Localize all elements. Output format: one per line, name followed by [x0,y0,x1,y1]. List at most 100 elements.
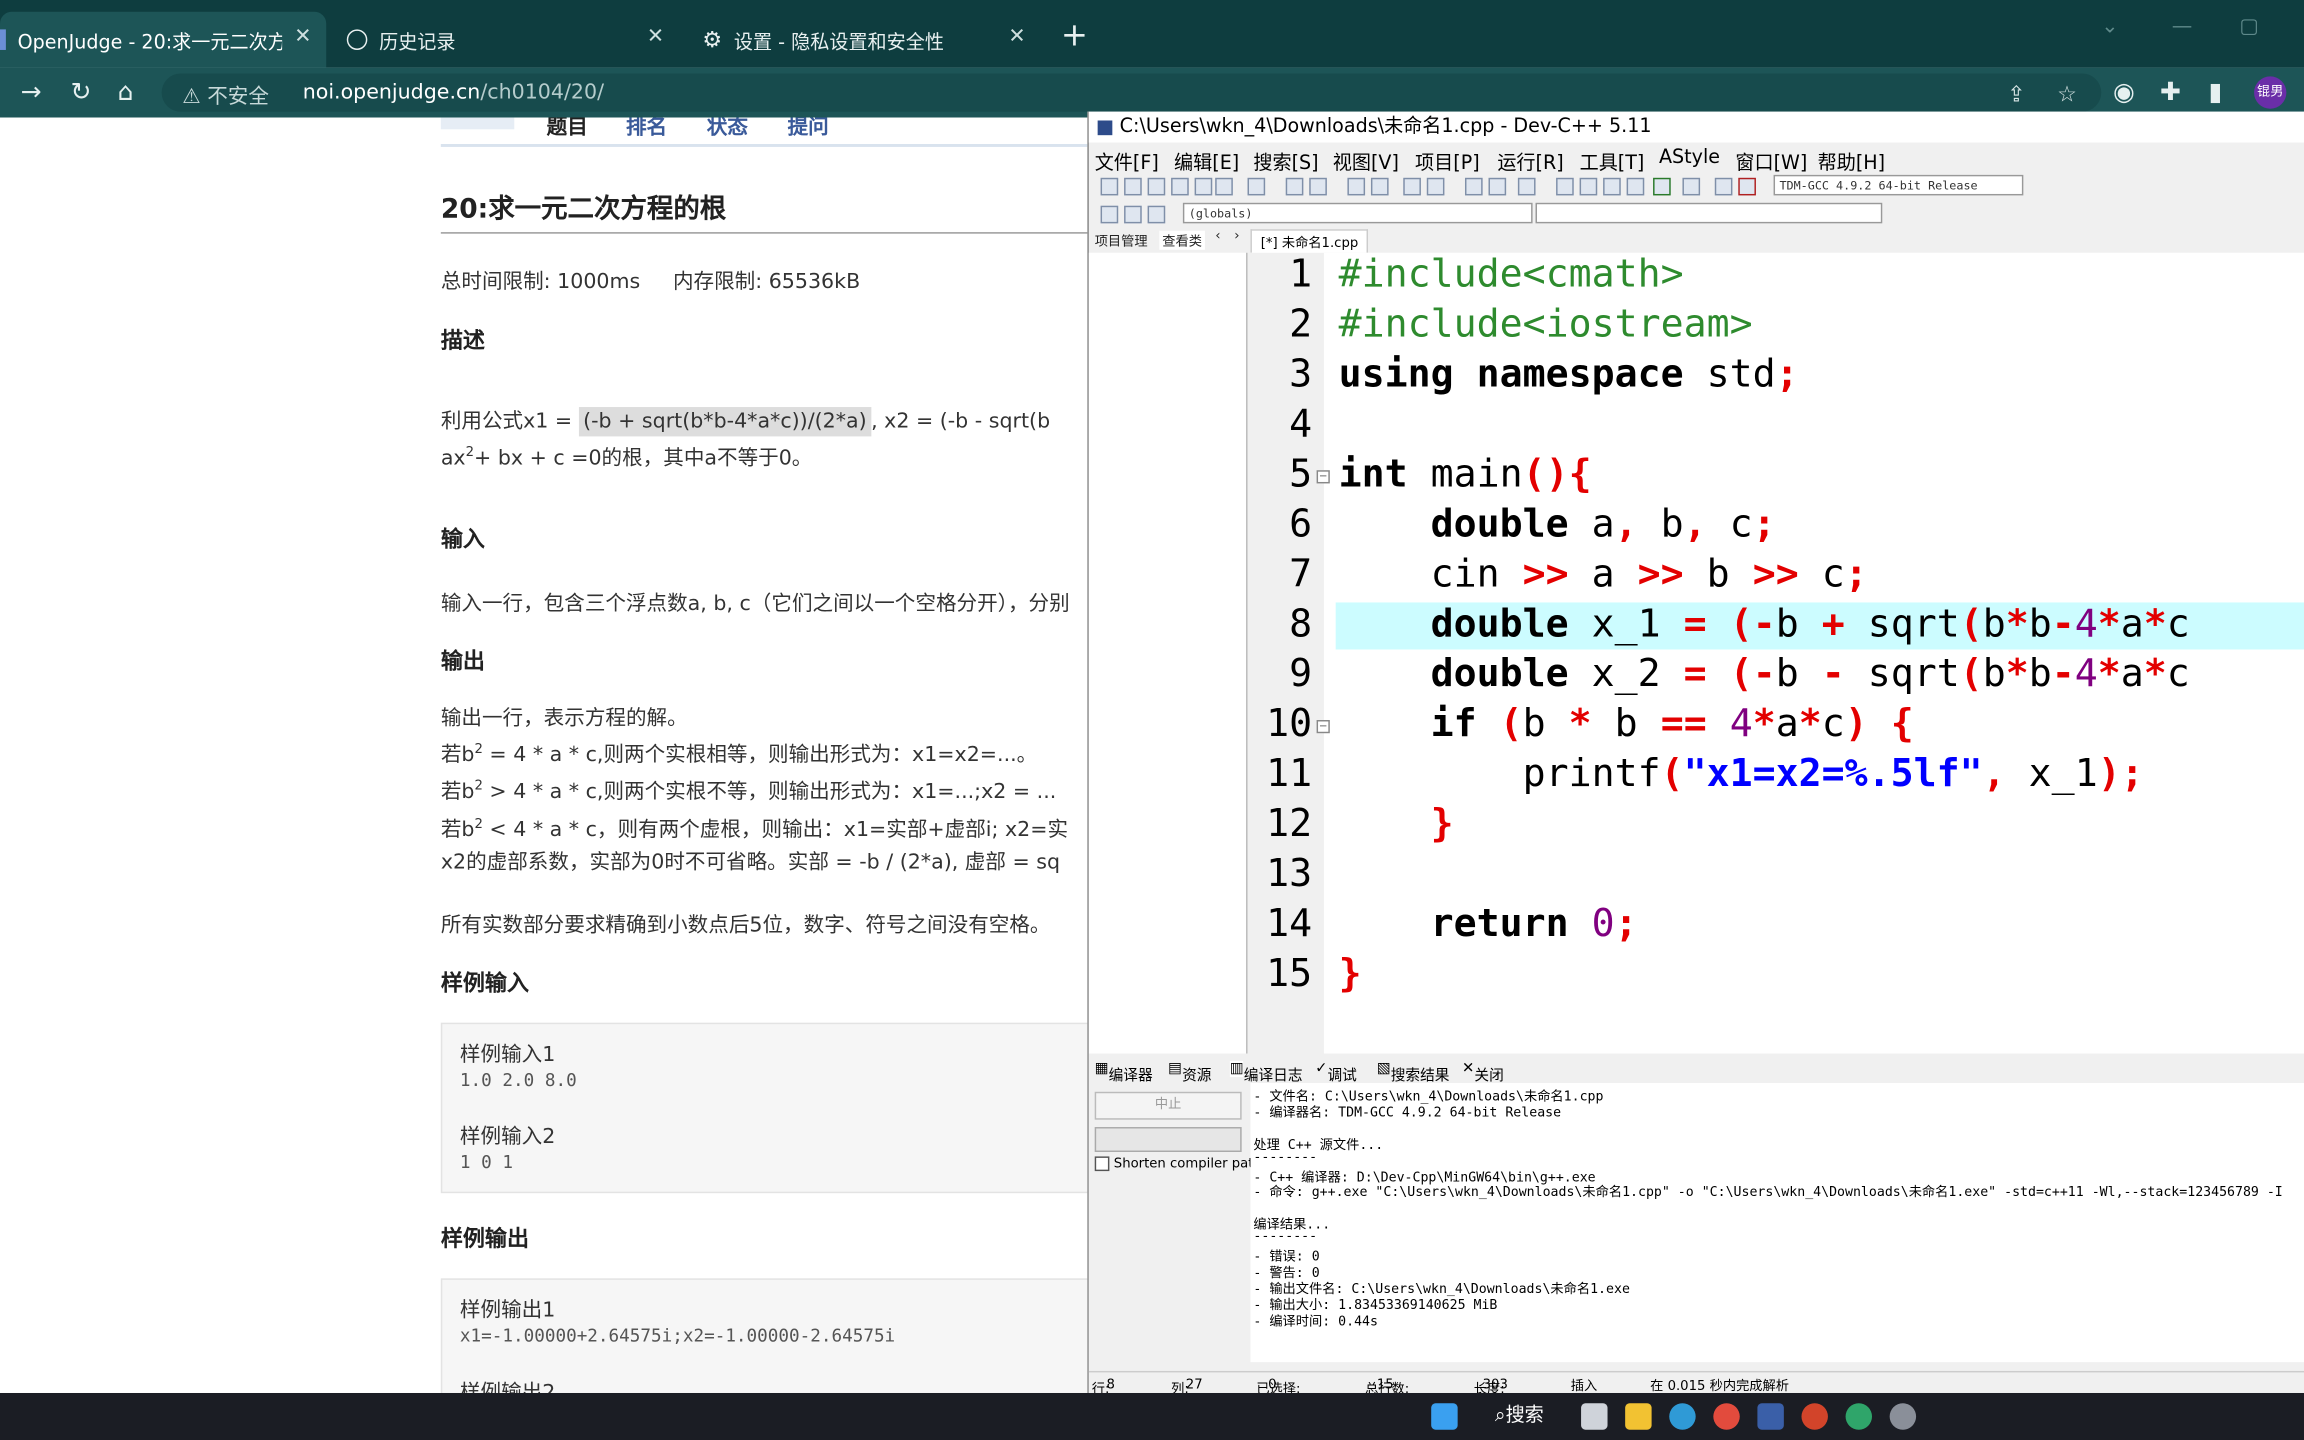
powerpoint-icon[interactable] [1801,1403,1828,1430]
globe-app-icon[interactable] [1845,1403,1873,1430]
line-number: 10 [1266,702,1313,747]
tab-history[interactable]: 历史记录 ✕ [332,12,679,68]
edge-browser-icon[interactable] [1669,1403,1696,1430]
sample-input-box: 样例输入1 1.0 2.0 8.0 样例输入2 1 0 1 [440,1022,1091,1194]
reload-icon[interactable]: ↻ [71,78,92,107]
warning-icon[interactable]: ⚠ 不安全 [182,81,269,110]
globals-select[interactable]: (globals) [1182,202,1533,224]
chart-icon[interactable] [1714,177,1733,196]
code-editor[interactable]: 1 2 3 4 5 6 7 8 9 10 11 12 13 14 15 − − #include<cmath… [1250,252,2304,1054]
input-text: 输入一行，包含三个浮点数a, b, c（它们之间以一个空格分开），分别 [440,592,1070,616]
tab-settings[interactable]: ⚙ 设置 - 隐私设置和安全性 ✕ [688,12,1041,68]
tab-project-manager[interactable]: 项目管理 [1095,231,1148,250]
home-icon[interactable]: ⌂ [118,78,134,107]
compiler-select[interactable]: TDM-GCC 4.9.2 64-bit Release [1773,174,2024,196]
chrome-icon[interactable] [1713,1403,1740,1430]
windows-start-icon[interactable] [1431,1403,1458,1430]
tab-openjudge[interactable]: OpenJudge - 20:求一元二次方程 ✕ [0,11,327,68]
menu-search[interactable]: 搜索[S] [1253,147,1318,175]
close-tab-icon[interactable]: ✕ [1008,25,1025,49]
menu-run[interactable]: 运行[R] [1497,147,1563,175]
indent-icon[interactable] [1464,177,1483,196]
chevron-right-icon[interactable]: › [1234,229,1239,244]
close-all-icon[interactable] [1215,177,1233,196]
save-all-icon[interactable] [1171,177,1189,196]
extension-circle-icon[interactable]: ◉ [2113,78,2135,107]
menu-edit[interactable]: 编辑[E] [1174,147,1239,175]
tab-close[interactable]: ✕ 关闭 [1462,1061,1504,1085]
close-tab-icon[interactable]: ✕ [294,25,311,49]
tab-debug[interactable]: ✓ 调试 [1315,1061,1357,1085]
compile-icon[interactable] [1556,177,1574,196]
fold-toggle-icon[interactable]: − [1316,470,1330,484]
tab-compile-log[interactable]: ▥ 编译日志 [1229,1060,1303,1084]
menu-file[interactable]: 文件[F] [1095,147,1159,175]
tab-resources[interactable]: ▤ 资源 [1168,1061,1211,1085]
maximize-icon[interactable]: ▢ [2239,15,2258,39]
devcpp-app-icon [1097,119,1113,135]
new-tab-button[interactable]: + [1061,20,1088,53]
devcpp-taskbar-icon[interactable] [1757,1403,1784,1430]
file-tab[interactable]: [*] 未命名1.cpp [1250,229,1369,253]
star-icon[interactable]: ☆ [2057,81,2077,107]
chevron-down-icon[interactable]: ⌄ [2101,15,2118,39]
rebuild-icon[interactable] [1626,177,1645,196]
menu-astyle[interactable]: AStyle [1659,147,1720,169]
find-icon[interactable] [1347,177,1366,196]
shorten-paths-checkbox[interactable]: Shorten compiler paths [1094,1156,1269,1172]
abort-button[interactable]: 中止 [1094,1091,1242,1120]
fold-toggle-icon[interactable]: − [1316,720,1330,734]
close-file-icon[interactable] [1194,177,1213,196]
file-explorer-icon[interactable] [1625,1403,1652,1430]
tab-compiler[interactable]: ▦ 编译器 [1095,1061,1153,1085]
menu-view[interactable]: 视图[V] [1333,147,1399,175]
menu-project[interactable]: 项目[P] [1415,147,1480,175]
checkbox-box[interactable] [1094,1156,1110,1172]
url-omnibox[interactable]: ⚠ 不安全 noi.openjudge.cn/ch0104/20/ ⇪ ☆ [161,73,2102,112]
forward-icon[interactable]: → [21,78,42,107]
toggle-bookmark-icon[interactable] [1147,205,1166,224]
settings-app-icon[interactable] [1889,1403,1917,1430]
chevron-left-icon[interactable]: ‹ [1215,229,1220,244]
new-file-icon[interactable] [1100,177,1119,196]
run-icon[interactable] [1579,177,1598,196]
check-syntax-icon[interactable] [1653,177,1671,196]
avatar[interactable]: 锟男 [2254,76,2287,109]
redo-icon[interactable] [1309,177,1327,196]
taskbar-search[interactable]: ⌕搜索 [1478,1402,1560,1431]
compile-run-icon[interactable] [1603,177,1621,196]
stop-icon[interactable] [1682,177,1701,196]
unindent-icon[interactable] [1488,177,1507,196]
sidepanel-icon[interactable]: ▮ [2209,78,2223,107]
tab-search-results[interactable]: ▧ 搜索结果 [1377,1061,1450,1085]
open-file-icon[interactable] [1124,177,1142,196]
close-tab-icon[interactable]: ✕ [647,25,664,49]
menu-window[interactable]: 窗口[W] [1735,147,1807,175]
print-icon[interactable] [1247,177,1266,196]
toggle-comment-icon[interactable] [1517,177,1536,196]
minimize-icon[interactable]: — [2172,15,2193,39]
share-icon[interactable]: ⇪ [2007,81,2025,107]
replace-icon[interactable] [1370,177,1389,196]
task-view-icon[interactable] [1581,1403,1608,1430]
insert-icon[interactable] [1124,205,1142,224]
bookmark-icon[interactable] [1426,177,1445,196]
project-pane[interactable] [1088,252,1248,1054]
save-icon[interactable] [1147,177,1166,196]
tab-ask[interactable]: 提问 [788,118,829,142]
undo-icon[interactable] [1285,177,1304,196]
compile-log[interactable]: - 文件名: C:\Users\wkn_4\Downloads\未命名1.cpp… [1250,1082,2304,1363]
tab-class-browser[interactable]: 查看类 [1159,230,1205,250]
members-select[interactable] [1535,202,1883,224]
desc-line-2: ax2+ bx + c =0的根，其中a不等于0。 [441,442,813,471]
profile-icon[interactable] [1738,177,1756,196]
tab-status[interactable]: 状态 [707,118,748,142]
new-class-icon[interactable] [1100,205,1119,224]
window-title: C:\Users\wkn_4\Downloads\未命名1.cpp - Dev-… [1119,116,1652,139]
menu-help[interactable]: 帮助[H] [1818,147,1885,175]
puzzle-icon[interactable]: ✚ [2160,78,2181,107]
goto-icon[interactable] [1403,177,1421,196]
menu-tools[interactable]: 工具[T] [1580,147,1645,175]
tab-ranking[interactable]: 排名 [626,118,667,142]
tab-problem[interactable]: 题目 [547,118,588,142]
